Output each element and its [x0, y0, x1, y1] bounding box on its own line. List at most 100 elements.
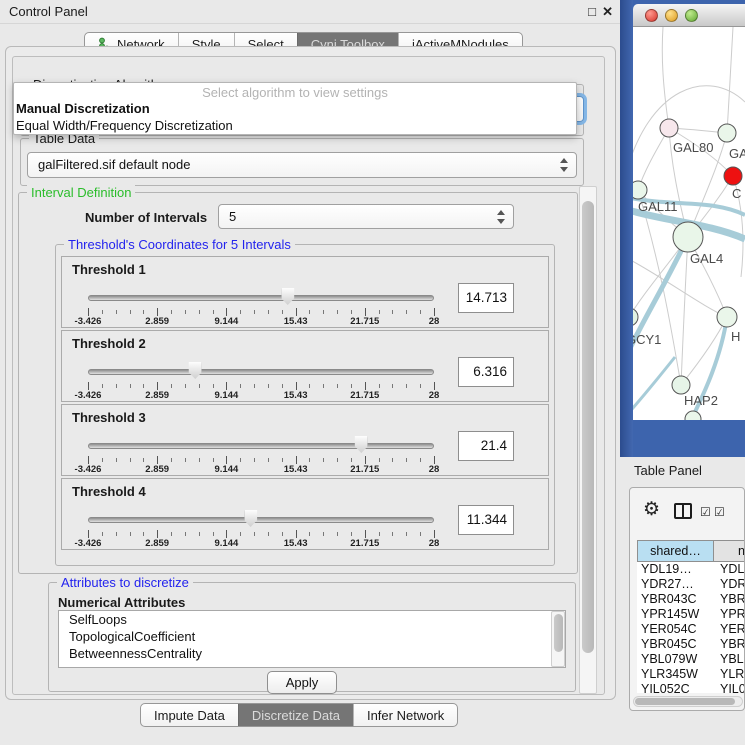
slider-tick	[268, 384, 269, 388]
tab-label: Impute Data	[154, 708, 225, 723]
threshold-label: Threshold 2	[72, 336, 146, 351]
table-row[interactable]: YBR045CYBR0	[637, 637, 745, 652]
settings-scrollbar-thumb[interactable]	[582, 201, 594, 653]
slider-thumb-icon[interactable]	[355, 436, 368, 453]
tick-label: 15.43	[284, 464, 308, 475]
tick-label: 28	[429, 390, 440, 401]
slider-tick	[365, 456, 366, 464]
float-window-icon[interactable]: □	[588, 4, 596, 19]
slider-tick	[102, 532, 103, 536]
threshold-slider[interactable]	[88, 286, 434, 306]
numerical-attributes-list[interactable]: SelfLoopsTopologicalCoefficientBetweenne…	[58, 610, 566, 668]
slider-tick	[392, 310, 393, 314]
tick-label: 9.144	[215, 538, 239, 549]
algorithm-option-manual[interactable]: Manual Discretization	[14, 100, 576, 117]
network-node[interactable]	[718, 124, 736, 142]
threshold-row: Threshold 3-3.4262.8599.14415.4321.71528…	[61, 404, 549, 476]
attribute-list-item[interactable]: TopologicalCoefficient	[59, 628, 565, 645]
slider-tick	[143, 310, 144, 314]
network-node[interactable]	[717, 307, 737, 327]
slider-tick	[130, 310, 131, 314]
network-node[interactable]	[685, 411, 701, 420]
slider-tick	[185, 384, 186, 388]
algorithm-placeholder-option[interactable]: Select algorithm to view settings	[14, 83, 576, 100]
attributes-scrollbar-thumb[interactable]	[554, 614, 563, 652]
threshold-slider[interactable]	[88, 360, 434, 380]
threshold-value-field[interactable]: 11.344	[458, 505, 514, 535]
threshold-value-field[interactable]: 14.713	[458, 283, 514, 313]
column-header-shared-name[interactable]: shared…	[637, 540, 714, 562]
slider-tick	[296, 530, 297, 538]
minimize-traffic-light-icon[interactable]	[665, 9, 678, 22]
panel-title: Control Panel	[9, 4, 88, 19]
close-icon[interactable]: ✕	[602, 4, 613, 20]
table-row[interactable]: YBL079WYBL0	[637, 652, 745, 667]
threshold-value-field[interactable]: 21.4	[458, 431, 514, 461]
network-node[interactable]	[673, 222, 703, 252]
threshold-value-field[interactable]: 6.316	[458, 357, 514, 387]
threshold-slider[interactable]	[88, 434, 434, 454]
slider-tick	[171, 458, 172, 462]
apply-button[interactable]: Apply	[267, 671, 337, 694]
table-row[interactable]: YPR145WYPR1	[637, 607, 745, 622]
slider-tick	[337, 458, 338, 462]
slider-tick	[420, 532, 421, 536]
attribute-list-item[interactable]: SelfLoops	[59, 611, 565, 628]
slider-thumb-icon[interactable]	[189, 362, 202, 379]
slider-thumb-icon[interactable]	[244, 510, 257, 527]
table-row[interactable]: YBR043CYBR0	[637, 592, 745, 607]
tick-label: 28	[429, 316, 440, 327]
slider-tick	[199, 384, 200, 388]
table-row[interactable]: YIL052CYIL0	[637, 682, 745, 693]
table-hscrollbar-thumb[interactable]	[635, 698, 735, 705]
tab-discretize-data[interactable]: Discretize Data	[238, 704, 353, 726]
slider-tick	[240, 310, 241, 314]
num-intervals-combobox[interactable]: 5	[218, 204, 514, 229]
table-hscrollbar[interactable]	[633, 696, 743, 707]
network-node[interactable]	[672, 376, 690, 394]
close-traffic-light-icon[interactable]	[645, 9, 658, 22]
table-rows: YDL19…YDL1YDR27…YDR2YBR043CYBR0YPR145WYP…	[637, 562, 745, 693]
table-row[interactable]: YDR27…YDR2	[637, 577, 745, 592]
slider-tick	[143, 384, 144, 388]
network-canvas[interactable]: GAL80GACGAL11GAL4GCY1HHAP2	[633, 27, 745, 420]
network-node[interactable]	[633, 181, 647, 199]
slider-tick	[88, 530, 89, 538]
table-panel-footer	[620, 711, 745, 745]
tick-label: 21.715	[350, 464, 379, 475]
gear-icon[interactable]: ⚙	[643, 498, 660, 521]
table-row[interactable]: YER054CYER0	[637, 622, 745, 637]
attribute-list-item[interactable]: BetweennessCentrality	[59, 645, 565, 662]
slider-tick	[296, 456, 297, 464]
slider-thumb-icon[interactable]	[281, 288, 294, 305]
column-split-icon[interactable]	[674, 503, 692, 519]
threshold-label: Threshold 1	[72, 262, 146, 277]
network-node[interactable]	[724, 167, 742, 185]
attributes-scrollbar[interactable]	[551, 611, 565, 667]
algorithm-option-equal-width[interactable]: Equal Width/Frequency Discretization	[14, 117, 576, 134]
table-data-combobox[interactable]: galFiltered.sif default node	[27, 152, 577, 178]
network-node[interactable]	[633, 308, 638, 326]
tab-label: Discretize Data	[252, 708, 340, 723]
table-row[interactable]: YDL19…YDL1	[637, 562, 745, 577]
table-row[interactable]: YLR345WYLR3	[637, 667, 745, 682]
slider-tick	[213, 384, 214, 388]
tick-label: 2.859	[145, 538, 169, 549]
slider-tick	[226, 530, 227, 538]
settings-scrollbar[interactable]	[579, 186, 597, 694]
tab-infer-network[interactable]: Infer Network	[353, 704, 457, 726]
control-panel: Control Panel □ ✕ NetworkStyleSelectCyni…	[0, 0, 620, 745]
tick-label: 9.144	[215, 464, 239, 475]
slider-tick	[309, 384, 310, 388]
table-cell-name: YDL1	[714, 562, 745, 577]
column-header-name[interactable]: na	[714, 540, 745, 562]
zoom-traffic-light-icon[interactable]	[685, 9, 698, 22]
checkbox-icon[interactable]: ☑	[714, 505, 725, 519]
slider-tick	[130, 458, 131, 462]
threshold-slider[interactable]	[88, 508, 434, 528]
network-node[interactable]	[660, 119, 678, 137]
slider-tick	[351, 310, 352, 314]
tab-impute-data[interactable]: Impute Data	[141, 704, 238, 726]
threshold-row: Threshold 4-3.4262.8599.14415.4321.71528…	[61, 478, 549, 550]
checkbox-icon[interactable]: ☑	[700, 505, 711, 519]
